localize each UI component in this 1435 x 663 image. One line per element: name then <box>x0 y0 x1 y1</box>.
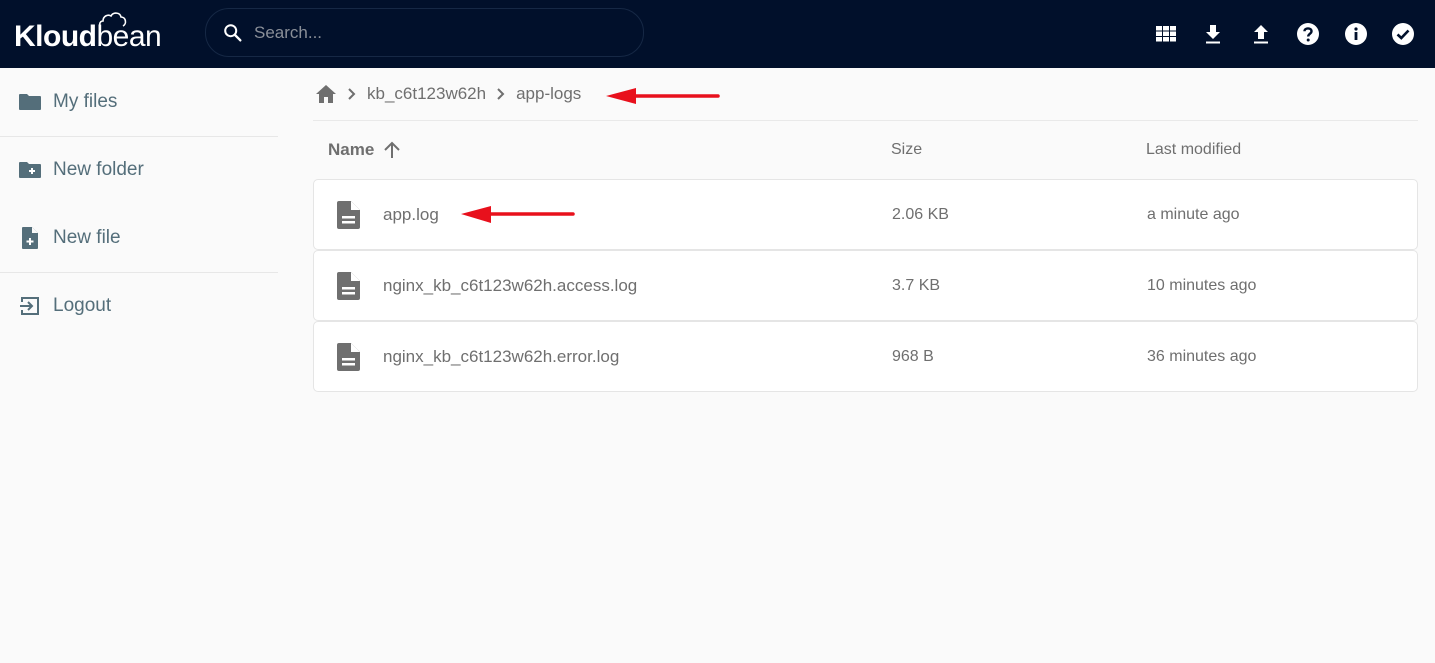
help-icon <box>1297 23 1319 45</box>
upload-button[interactable] <box>1249 22 1273 46</box>
logout-icon <box>18 294 42 318</box>
file-name: app.log <box>383 204 439 224</box>
file-size: 2.06 KB <box>892 205 949 223</box>
sidebar-item-new-file[interactable]: New file <box>0 204 278 272</box>
file-icon <box>337 271 360 300</box>
sidebar-item-new-folder[interactable]: New folder <box>0 137 278 205</box>
file-icon <box>337 342 360 371</box>
logo-text-bold: Klou <box>14 20 79 53</box>
sidebar-item-label: New file <box>53 226 121 248</box>
search-input[interactable] <box>254 22 614 43</box>
chevron-right-icon <box>496 87 506 101</box>
column-header-name-label: Name <box>328 140 375 159</box>
breadcrumb-item[interactable]: kb_c6t123w62h <box>367 84 486 104</box>
search-bar[interactable] <box>205 8 644 57</box>
file-modified: a minute ago <box>1147 205 1240 223</box>
info-button[interactable] <box>1344 22 1368 46</box>
column-header-name[interactable]: Name <box>313 140 891 160</box>
table-header: Name Size Last modified <box>313 121 1418 179</box>
sidebar-item-label: My files <box>53 90 118 112</box>
folder-icon <box>18 90 42 114</box>
check-circle-icon <box>1392 23 1414 45</box>
file-modified: 36 minutes ago <box>1147 347 1257 365</box>
home-icon <box>316 85 336 103</box>
annotation-arrow-file <box>461 206 575 223</box>
sidebar-item-logout[interactable]: Logout <box>0 273 278 341</box>
toolbar-actions <box>1154 0 1435 68</box>
annotation-arrow-breadcrumb <box>606 88 720 104</box>
sidebar-item-label: Logout <box>53 295 112 317</box>
table-row[interactable]: nginx_kb_c6t123w62h.access.log 3.7 KB 10… <box>313 250 1418 321</box>
file-icon <box>337 200 360 229</box>
file-plus-icon <box>18 226 42 250</box>
upload-icon <box>1253 25 1268 44</box>
file-name: nginx_kb_c6t123w62h.access.log <box>383 275 638 295</box>
sidebar-item-label: New folder <box>53 159 144 181</box>
kloudbean-logo[interactable]: Klou d bean <box>14 12 162 54</box>
select-button[interactable] <box>1391 22 1415 46</box>
breadcrumb-item-current[interactable]: app-logs <box>516 84 581 104</box>
download-icon <box>1206 25 1220 44</box>
sidebar: My files New folder New file Logout <box>0 68 278 340</box>
grid-view-icon <box>1155 26 1176 42</box>
sort-arrow-up-icon <box>384 141 401 158</box>
logo-text-d: d <box>78 20 97 53</box>
help-button[interactable] <box>1296 22 1320 46</box>
column-header-size[interactable]: Size <box>891 141 1146 159</box>
file-size: 3.7 KB <box>892 276 941 294</box>
info-icon <box>1344 23 1367 45</box>
file-browser: kb_c6t123w62h app-logs Name Size Last mo… <box>313 68 1418 392</box>
chevron-right-icon <box>347 87 357 101</box>
file-name: nginx_kb_c6t123w62h.error.log <box>383 346 620 366</box>
file-modified: 10 minutes ago <box>1147 276 1257 294</box>
home-button[interactable] <box>315 84 337 104</box>
column-header-modified[interactable]: Last modified <box>1146 141 1418 159</box>
folder-plus-icon <box>18 158 42 182</box>
download-button[interactable] <box>1201 22 1225 46</box>
breadcrumb: kb_c6t123w62h app-logs <box>313 68 1418 120</box>
grid-view-button[interactable] <box>1154 22 1178 46</box>
top-bar: Klou d bean <box>0 0 1435 68</box>
search-icon <box>224 23 242 42</box>
file-size: 968 B <box>892 347 934 365</box>
table-row[interactable]: nginx_kb_c6t123w62h.error.log 968 B 36 m… <box>313 321 1418 392</box>
cloud-logo-icon <box>98 12 127 28</box>
sidebar-item-my-files[interactable]: My files <box>0 68 278 136</box>
